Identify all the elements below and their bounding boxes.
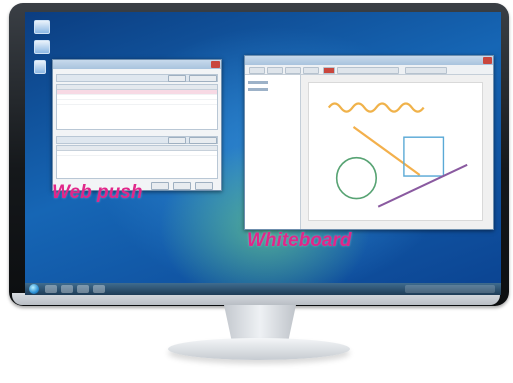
new-board-button[interactable] xyxy=(249,67,265,74)
desktop-screen xyxy=(25,12,501,295)
drawing-svg xyxy=(327,102,468,208)
remove-button[interactable] xyxy=(189,137,217,144)
wave-stroke xyxy=(327,102,425,113)
whiteboard-toolbar xyxy=(245,65,493,75)
purple-line-stroke xyxy=(377,163,468,208)
whiteboard-canvas[interactable] xyxy=(308,82,483,221)
save-button[interactable] xyxy=(285,67,301,74)
monitor-stand-base xyxy=(168,338,350,360)
system-tray[interactable] xyxy=(405,285,495,293)
whiteboard-caption: Whiteboard xyxy=(247,230,352,251)
whiteboard-titlebar[interactable] xyxy=(245,56,493,65)
load-button[interactable] xyxy=(267,67,283,74)
share-button[interactable] xyxy=(303,67,319,74)
blue-rect-stroke xyxy=(403,136,445,177)
web-push-caption: Web push xyxy=(52,182,143,203)
green-circle-stroke xyxy=(335,156,378,200)
taskbar-button[interactable] xyxy=(93,285,105,293)
list-item[interactable] xyxy=(248,88,268,91)
delete-button[interactable] xyxy=(189,75,217,82)
web-push-url-grid xyxy=(56,84,218,130)
web-push-attendee-grid xyxy=(56,145,218,179)
taskbar xyxy=(25,283,501,295)
shape-tools-group[interactable] xyxy=(405,67,447,74)
table-row[interactable] xyxy=(57,100,217,105)
close-icon[interactable] xyxy=(483,57,492,64)
network-icon[interactable] xyxy=(34,40,50,54)
whiteboard-window xyxy=(244,55,494,230)
web-push-titlebar[interactable] xyxy=(53,60,221,69)
taskbar-button[interactable] xyxy=(45,285,57,293)
drawing-tools-group[interactable] xyxy=(337,67,399,74)
close-icon[interactable] xyxy=(211,61,220,68)
web-push-window xyxy=(52,59,222,191)
cancel-button[interactable] xyxy=(173,182,191,190)
whiteboard-page-list xyxy=(245,75,301,229)
taskbar-button[interactable] xyxy=(61,285,73,293)
whiteboard-canvas-area xyxy=(301,75,493,229)
apply-button[interactable] xyxy=(195,182,213,190)
folder-icon[interactable] xyxy=(34,60,46,74)
computer-icon[interactable] xyxy=(34,20,50,34)
start-orb-icon[interactable] xyxy=(29,284,39,294)
orange-line-stroke xyxy=(352,126,421,176)
add-button[interactable] xyxy=(168,75,186,82)
table-row[interactable] xyxy=(57,151,217,156)
add-button[interactable] xyxy=(168,137,186,144)
pen-color-button[interactable] xyxy=(323,67,335,74)
list-item[interactable] xyxy=(248,81,268,84)
taskbar-button[interactable] xyxy=(77,285,89,293)
ok-button[interactable] xyxy=(151,182,169,190)
